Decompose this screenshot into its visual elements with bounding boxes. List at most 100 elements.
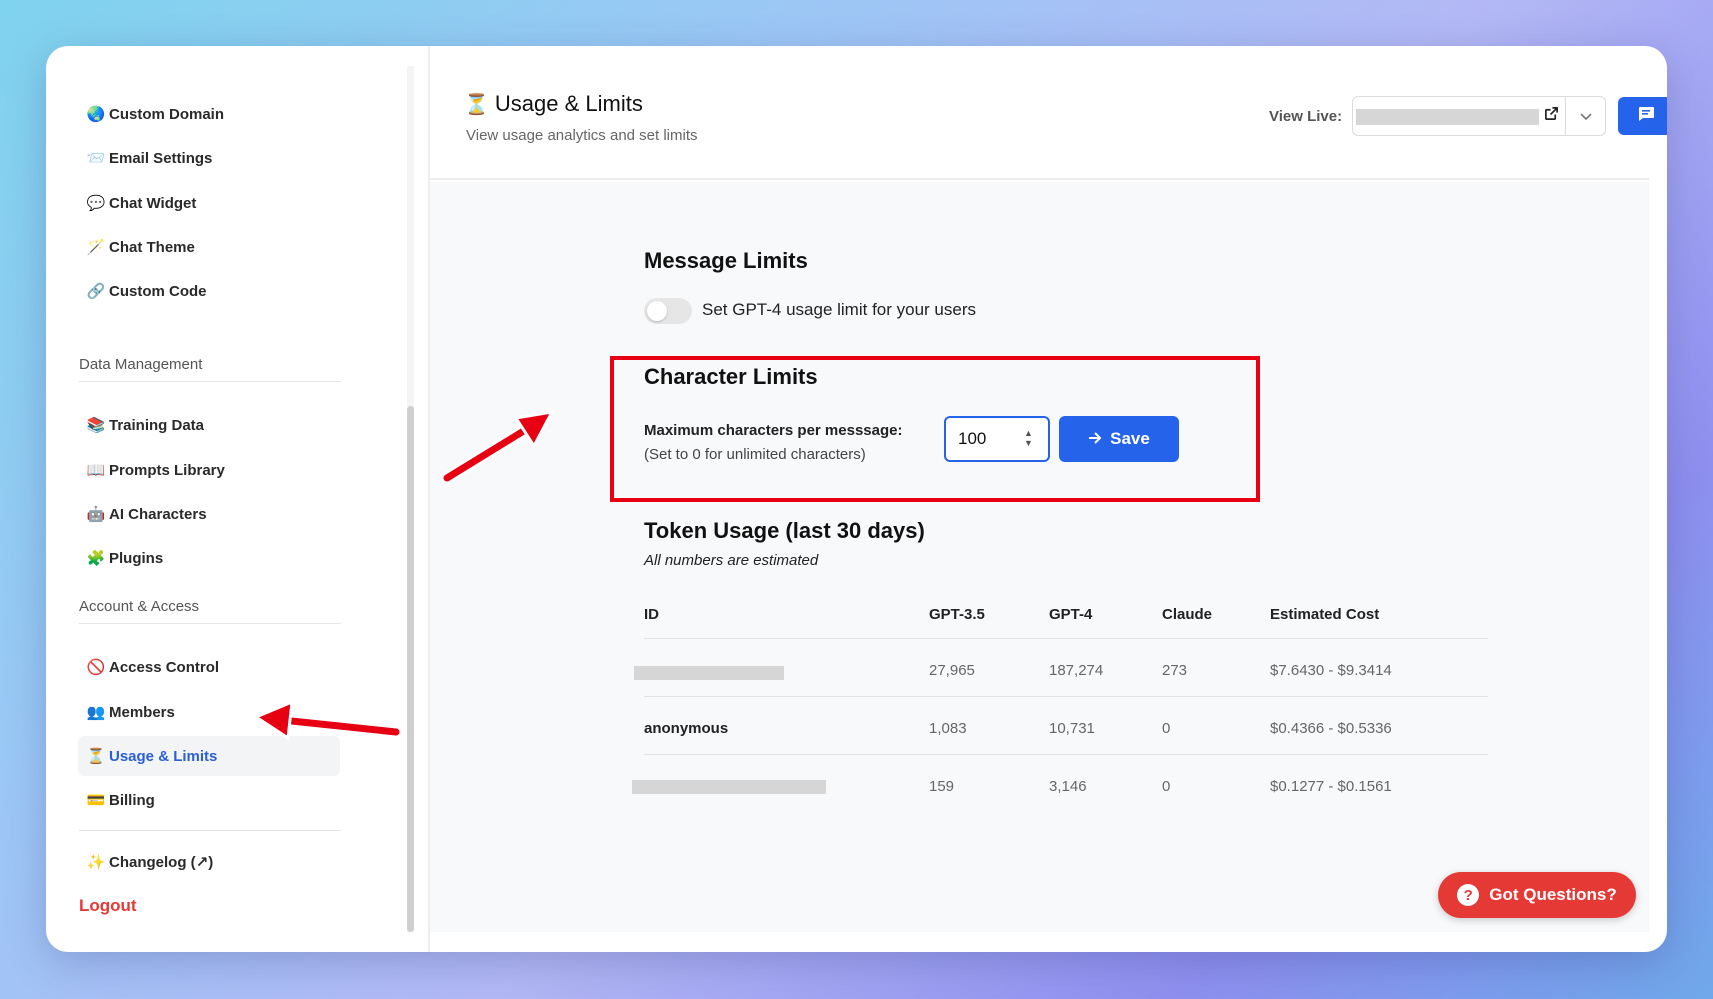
link-icon: 🔗 — [86, 283, 106, 300]
speech-bubble-icon: 💬 — [86, 195, 106, 212]
view-live-dropdown-button[interactable] — [1566, 96, 1606, 136]
cell-gpt4: 3,146 — [1049, 778, 1087, 795]
cell-claude: 0 — [1162, 778, 1171, 795]
sidebar-item-label: Training Data — [109, 416, 205, 434]
estimate-note: All numbers are estimated — [644, 552, 819, 569]
view-live-label: View Live: — [1269, 108, 1343, 125]
cell-claude: 0 — [1162, 720, 1171, 737]
hourglass-icon: ⏳ — [464, 93, 489, 116]
column-header-id: ID — [644, 606, 659, 623]
section-label-account-access: Account & Access — [79, 598, 341, 624]
sidebar-item-label: Billing — [109, 791, 155, 809]
gpt4-limit-toggle-label: Set GPT-4 usage limit for your users — [702, 300, 976, 319]
sidebar-item-label: Chat Theme — [109, 238, 195, 256]
page-subtitle: View usage analytics and set limits — [466, 127, 698, 144]
sidebar-item-changelog[interactable]: ✨ Changelog (↗) — [78, 842, 340, 882]
sidebar-item-chat-theme[interactable]: 🪄 Chat Theme — [78, 227, 340, 267]
books-icon: 📚 — [86, 417, 106, 434]
sidebar-item-label: Plugins — [109, 549, 164, 567]
cell-cost: $7.6430 - $9.3414 — [1270, 662, 1392, 679]
sidebar-item-training-data[interactable]: 📚 Training Data — [78, 405, 340, 445]
sidebar-item-email-settings[interactable]: 📨 Email Settings — [78, 138, 340, 178]
sidebar: 🌏 Custom Domain 📨 Email Settings 💬 Chat … — [66, 66, 414, 932]
sidebar-item-ai-characters[interactable]: 🤖 AI Characters — [78, 494, 340, 534]
sidebar-item-label: Prompts Library — [109, 461, 225, 479]
save-button[interactable]: Save — [1059, 416, 1179, 462]
prohibited-icon: 🚫 — [86, 659, 106, 676]
sidebar-item-usage-limits[interactable]: ⏳ Usage & Limits — [78, 736, 340, 776]
token-usage-title: Token Usage (last 30 days) — [644, 518, 925, 543]
table-header-divider — [644, 638, 1488, 639]
row-divider — [644, 754, 1488, 755]
redacted-id — [632, 780, 826, 794]
message-limits-title: Message Limits — [644, 248, 808, 273]
question-mark-icon: ? — [1457, 884, 1480, 906]
gpt4-limit-toggle[interactable] — [644, 298, 692, 324]
page-title-text: Usage & Limits — [494, 91, 643, 116]
sidebar-item-billing[interactable]: 💳 Billing — [78, 780, 340, 820]
cell-gpt35: 27,965 — [929, 662, 975, 679]
puzzle-icon: 🧩 — [86, 550, 106, 567]
sparkles-icon: ✨ — [86, 854, 106, 871]
view-live-url-field[interactable] — [1352, 96, 1566, 136]
section-label-data-management: Data Management — [79, 356, 341, 382]
number-stepper[interactable]: ▲ ▼ — [1024, 428, 1033, 448]
cell-gpt35: 1,083 — [929, 720, 967, 737]
column-header-gpt4: GPT-4 — [1049, 606, 1093, 623]
sidebar-item-custom-domain[interactable]: 🌏 Custom Domain — [78, 94, 340, 134]
column-header-claude: Claude — [1162, 606, 1213, 623]
hourglass-icon: ⏳ — [86, 748, 106, 765]
sidebar-item-label: Chat Widget — [109, 194, 197, 212]
cell-cost: $0.1277 - $0.1561 — [1270, 778, 1392, 795]
sidebar-item-label: Usage & Limits — [109, 747, 218, 765]
column-header-estimated-cost: Estimated Cost — [1270, 606, 1380, 623]
max-characters-input[interactable] — [944, 416, 1050, 462]
sidebar-item-label: Changelog (↗) — [109, 854, 214, 871]
content-area: Message Limits Set GPT-4 usage limit for… — [430, 182, 1649, 932]
sidebar-item-chat-widget[interactable]: 💬 Chat Widget — [78, 183, 340, 223]
globe-icon: 🌏 — [86, 106, 106, 123]
sidebar-item-access-control[interactable]: 🚫 Access Control — [78, 647, 340, 687]
open-chat-button[interactable] — [1618, 97, 1667, 135]
cell-cost: $0.4366 - $0.5336 — [1270, 720, 1392, 737]
sidebar-divider — [79, 830, 341, 831]
sidebar-item-custom-code[interactable]: 🔗 Custom Code — [78, 271, 340, 311]
sidebar-item-plugins[interactable]: 🧩 Plugins — [78, 538, 340, 578]
redacted-url — [1356, 109, 1539, 125]
arrow-right-icon — [1088, 429, 1102, 449]
main-panel: ⏳ Usage & Limits View usage analytics an… — [428, 46, 1667, 952]
cell-gpt4: 10,731 — [1049, 720, 1095, 737]
max-characters-hint: (Set to 0 for unlimited characters) — [644, 446, 866, 463]
email-icon: 📨 — [86, 150, 106, 167]
sidebar-scrollbar[interactable] — [407, 406, 414, 932]
sidebar-item-label: Custom Domain — [109, 105, 225, 123]
logout-link[interactable]: Logout — [79, 896, 137, 916]
robot-icon: 🤖 — [86, 506, 106, 523]
sidebar-item-members[interactable]: 👥 Members — [78, 692, 340, 732]
sidebar-item-label: Email Settings — [109, 149, 213, 167]
sidebar-item-label: Members — [109, 703, 175, 721]
row-divider — [644, 696, 1488, 697]
chevron-down-icon — [1579, 108, 1592, 124]
got-questions-button[interactable]: ? Got Questions? — [1438, 872, 1636, 918]
page-header: ⏳ Usage & Limits View usage analytics an… — [430, 66, 1667, 180]
page-title: ⏳ Usage & Limits — [464, 91, 643, 117]
sidebar-item-prompts-library[interactable]: 📖 Prompts Library — [78, 450, 340, 490]
redacted-id — [634, 666, 784, 680]
external-link-icon[interactable] — [1544, 106, 1559, 126]
cell-id: anonymous — [644, 720, 729, 737]
stepper-up-icon[interactable]: ▲ — [1024, 428, 1033, 438]
save-button-label: Save — [1110, 429, 1150, 448]
max-characters-label: Maximum characters per messsage: — [644, 422, 903, 439]
magic-wand-icon: 🪄 — [86, 239, 106, 256]
sidebar-item-label: Custom Code — [109, 282, 207, 300]
open-book-icon: 📖 — [86, 462, 106, 479]
stepper-down-icon[interactable]: ▼ — [1024, 438, 1033, 448]
got-questions-label: Got Questions? — [1489, 885, 1617, 904]
app-window: 🌏 Custom Domain 📨 Email Settings 💬 Chat … — [46, 46, 1667, 952]
sidebar-item-label: AI Characters — [109, 505, 207, 523]
character-limits-title: Character Limits — [644, 364, 818, 389]
users-icon: 👥 — [86, 704, 106, 721]
cell-claude: 273 — [1162, 662, 1188, 679]
cell-gpt4: 187,274 — [1049, 662, 1104, 679]
